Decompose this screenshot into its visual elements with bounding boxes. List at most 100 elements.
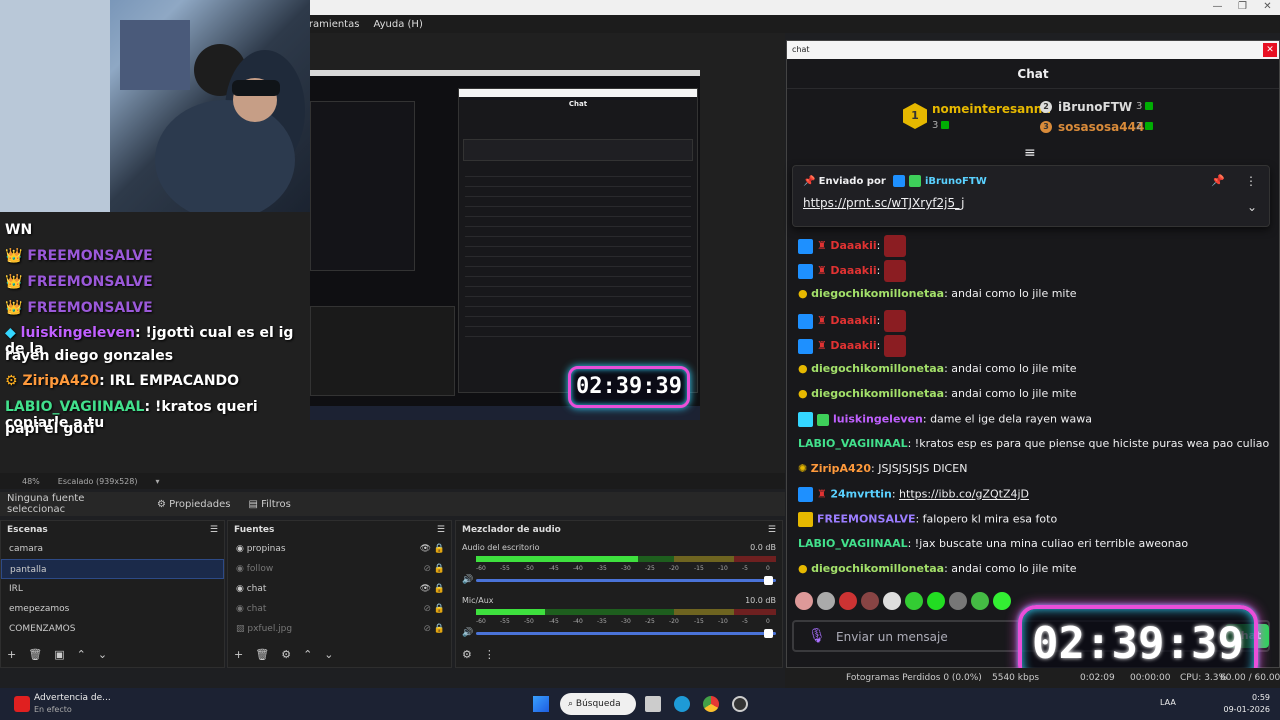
gear-icon[interactable]: ⚙ (281, 648, 291, 661)
chat-username[interactable]: diegochikomillonetaa (811, 387, 944, 400)
chat-username[interactable]: diegochikomillonetaa (811, 287, 944, 300)
microphone-icon[interactable]: 🎙 (808, 628, 826, 644)
minimize-icon[interactable]: — (1205, 0, 1230, 15)
chat-username[interactable]: LABIO_VAGIINAAL (798, 537, 908, 550)
pin-icon[interactable]: 📌 (1211, 174, 1225, 187)
close-icon[interactable]: ✕ (1255, 0, 1280, 15)
pinned-message[interactable]: 📌 Enviado por iBrunoFTW https://prnt.sc/… (792, 165, 1270, 227)
leader-name[interactable]: iBrunoFTW (1058, 100, 1132, 114)
eye-icon[interactable]: 👁 (420, 544, 431, 554)
eye-off-icon[interactable]: ⊘ (423, 624, 431, 634)
zoom-level[interactable]: 48% (22, 477, 40, 486)
up-icon[interactable]: ⌃ (77, 648, 86, 661)
chat-link[interactable]: https://ibb.co/gZQtZ4jD (899, 488, 1029, 501)
scene-item-selected[interactable]: pantalla (1, 559, 224, 579)
add-icon[interactable]: + (7, 648, 16, 661)
eye-off-icon[interactable]: ⊘ (423, 564, 431, 574)
chat-username[interactable]: FREEMONSALVE (817, 513, 915, 526)
speaker-icon[interactable]: 🔊 (462, 628, 473, 638)
obs-icon[interactable] (732, 696, 748, 712)
leader-name[interactable]: nomeinteresannn (932, 102, 1051, 116)
emote-icon[interactable] (839, 592, 857, 610)
chevron-down-icon[interactable]: ⌄ (1247, 200, 1257, 214)
date[interactable]: 09-01-2026 (1224, 705, 1271, 714)
chat-username[interactable]: 24mvrttin (830, 488, 891, 501)
chat-username[interactable]: Daaakii (830, 339, 876, 352)
filter-icon[interactable]: ▣ (54, 648, 64, 661)
chat-username[interactable]: luiskingeleven (833, 413, 923, 426)
meter-ticks: -60 -55 -50 -45 -40 -35 -30 -25 -20 -15 -10 -5 0 (476, 618, 776, 626)
chat-username[interactable]: Daaakii (830, 239, 876, 252)
scale-label[interactable]: Escalado (939x528) (58, 477, 138, 486)
up-icon[interactable]: ⌃ (303, 648, 312, 661)
lock-icon[interactable]: 🔒 (434, 544, 445, 554)
close-icon[interactable]: ✕ (1263, 43, 1277, 57)
emote-icon[interactable] (993, 592, 1011, 610)
volume-slider-handle[interactable] (764, 576, 773, 585)
emote-icon[interactable] (795, 592, 813, 610)
leader-name[interactable]: sosasosa444 (1058, 120, 1144, 134)
dock-menu-icon[interactable]: ☰ (437, 525, 445, 535)
chat-username[interactable]: ZiripA420 (811, 462, 871, 475)
scene-item[interactable]: IRL (1, 579, 224, 599)
edge-icon[interactable] (674, 696, 690, 712)
more-icon[interactable]: ⋮ (1245, 174, 1257, 188)
maximize-icon[interactable]: ❐ (1230, 0, 1255, 15)
properties-button[interactable]: ⚙ Propiedades (151, 496, 236, 513)
source-item[interactable]: ◉ propinas 👁 🔒 (228, 539, 451, 559)
trash-icon[interactable]: 🗑 (255, 648, 269, 661)
down-icon[interactable]: ⌄ (324, 648, 333, 661)
file-explorer-icon[interactable] (645, 696, 661, 712)
source-item[interactable]: ▧ pxfuel.jpg ⊘ 🔒 (228, 619, 451, 639)
add-icon[interactable]: + (234, 648, 243, 661)
emote-icon[interactable] (905, 592, 923, 610)
lock-icon[interactable]: 🔒 (434, 624, 445, 634)
collapse-leaderboard-icon[interactable]: ≡ (1024, 145, 1036, 161)
lock-icon[interactable]: 🔒 (434, 564, 445, 574)
emote-icon[interactable] (883, 592, 901, 610)
emote-icon[interactable] (861, 592, 879, 610)
pinned-user[interactable]: iBrunoFTW (925, 176, 987, 187)
chevron-down-icon[interactable]: ▾ (155, 477, 159, 486)
trash-icon[interactable]: 🗑 (28, 648, 42, 661)
eye-off-icon[interactable]: ⊘ (423, 604, 431, 614)
dock-menu-icon[interactable]: ☰ (768, 525, 776, 535)
menu-help[interactable]: Ayuda (H) (373, 19, 422, 30)
source-item[interactable]: ◉ chat ⊘ 🔒 (228, 599, 451, 619)
source-item[interactable]: ◉ follow ⊘ 🔒 (228, 559, 451, 579)
chat-username[interactable]: Daaakii (830, 314, 876, 327)
language-indicator[interactable]: LAA (1160, 698, 1176, 707)
speaker-icon[interactable]: 🔊 (462, 575, 473, 585)
chat-username[interactable]: diegochikomillonetaa (811, 362, 944, 375)
more-icon[interactable]: ⋮ (484, 648, 495, 661)
lock-icon[interactable]: 🔒 (434, 584, 445, 594)
settings-icon[interactable]: ⚙ (462, 648, 472, 661)
volume-slider[interactable] (476, 632, 776, 635)
emote-icon[interactable] (971, 592, 989, 610)
eye-icon[interactable]: 👁 (420, 584, 431, 594)
scene-item[interactable]: COMENZAMOS (1, 619, 224, 639)
emote-icon[interactable] (949, 592, 967, 610)
dock-menu-icon[interactable]: ☰ (210, 525, 218, 535)
lock-icon[interactable]: 🔒 (434, 604, 445, 614)
windows-start-icon[interactable] (533, 696, 549, 712)
filters-button[interactable]: ▤ Filtros (242, 496, 296, 513)
chat-username[interactable]: Daaakii (830, 264, 876, 277)
chat-username[interactable]: diegochikomillonetaa (811, 562, 944, 575)
clock[interactable]: 0:59 (1252, 693, 1270, 702)
down-icon[interactable]: ⌄ (98, 648, 107, 661)
pinned-link[interactable]: https://prnt.sc/wTJXryf2j5_j (803, 196, 964, 210)
chat-username[interactable]: LABIO_VAGIINAAL (798, 437, 908, 450)
emote-icon[interactable] (817, 592, 835, 610)
menu-tools[interactable]: rramientas (305, 19, 359, 30)
chrome-icon[interactable] (703, 696, 719, 712)
notification-title[interactable]: Advertencia de... (34, 693, 111, 703)
scene-item[interactable]: camara (1, 539, 224, 559)
warning-icon[interactable] (14, 696, 30, 712)
volume-slider[interactable] (476, 579, 776, 582)
volume-slider-handle[interactable] (764, 629, 773, 638)
source-item[interactable]: ◉ chat 👁 🔒 (228, 579, 451, 599)
scene-item[interactable]: emepezamos (1, 599, 224, 619)
emote-icon[interactable] (927, 592, 945, 610)
taskbar-search[interactable]: ⌕ Búsqueda (560, 693, 636, 715)
